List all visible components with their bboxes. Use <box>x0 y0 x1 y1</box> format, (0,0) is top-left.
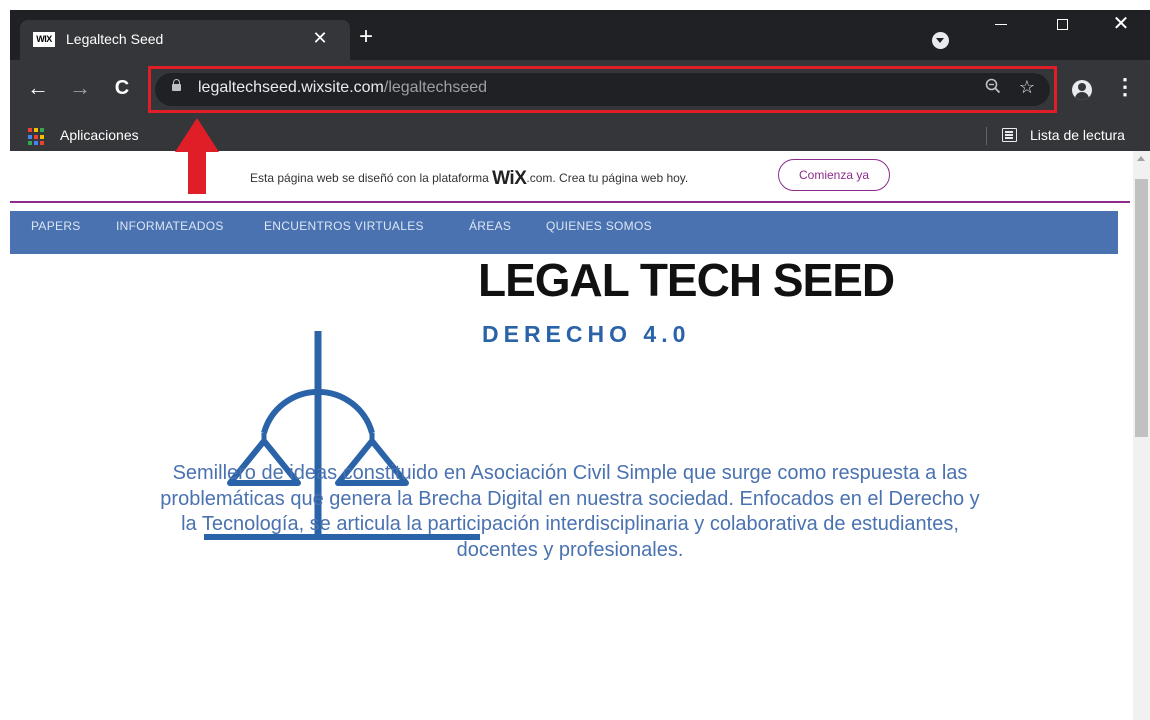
url-host: legaltechseed.wixsite.com <box>198 79 384 96</box>
annotation-arrow-head-icon <box>175 118 219 152</box>
wix-banner-text: Esta página web se diseñó con la platafo… <box>250 168 688 190</box>
reading-list-icon[interactable] <box>1002 128 1017 142</box>
more-menu-icon[interactable]: ⋮ <box>1114 74 1136 102</box>
scroll-up-arrow-icon[interactable] <box>1137 156 1145 161</box>
scrollbar-thumb[interactable] <box>1135 179 1148 437</box>
new-tab-button[interactable]: + <box>354 25 378 50</box>
tab-close-icon[interactable]: ✕ <box>310 28 330 48</box>
lock-icon[interactable] <box>172 79 181 91</box>
wix-favicon-icon: WIX <box>33 32 55 47</box>
profile-avatar-icon[interactable] <box>1072 80 1092 100</box>
back-button[interactable]: ← <box>24 74 52 102</box>
browser-toolbar: ← → C legaltechseed.wixsite.com/legaltec… <box>10 60 1150 117</box>
browser-window: WIX Legaltech Seed ✕ + ✕ ← → C legaltech… <box>10 10 1150 720</box>
wix-banner-text-before: Esta página web se diseñó con la platafo… <box>250 171 493 185</box>
nav-item-informateados[interactable]: INFORMATEADOS <box>116 219 224 233</box>
site-navigation: PAPERS INFORMATEADOS ENCUENTROS VIRTUALE… <box>10 211 1118 254</box>
page-scrollbar[interactable] <box>1133 151 1150 720</box>
browser-tab[interactable]: WIX Legaltech Seed ✕ <box>20 20 350 60</box>
address-bar-highlight: legaltechseed.wixsite.com/legaltechseed … <box>148 66 1057 113</box>
brand-subtitle: DERECHO 4.0 <box>482 321 691 347</box>
wix-promo-banner: Esta página web se diseñó con la platafo… <box>10 151 1130 203</box>
bookmarks-divider <box>986 127 987 145</box>
wix-logo: WiX <box>492 168 527 189</box>
annotation-arrow-shaft <box>188 150 206 194</box>
bookmark-star-icon[interactable]: ☆ <box>1017 77 1037 97</box>
nav-item-papers[interactable]: PAPERS <box>31 219 81 233</box>
maximize-button[interactable] <box>1040 10 1086 46</box>
address-bar[interactable]: legaltechseed.wixsite.com/legaltechseed … <box>155 73 1050 106</box>
url-path: /legaltechseed <box>383 79 488 96</box>
apps-bookmark-label[interactable]: Aplicaciones <box>60 127 139 143</box>
nav-item-quienes-somos[interactable]: QUIENES SOMOS <box>546 219 652 233</box>
tab-title: Legaltech Seed <box>66 31 164 47</box>
title-bar: WIX Legaltech Seed ✕ + ✕ <box>10 10 1150 60</box>
reload-button[interactable]: C <box>108 74 136 102</box>
web-page: Esta página web se diseñó con la platafo… <box>10 151 1150 720</box>
zoom-icon[interactable] <box>983 78 1003 98</box>
brand-title: LEGAL TECH SEED <box>478 254 895 306</box>
zoom-magnifier-svg <box>985 78 1001 94</box>
forward-button[interactable]: → <box>66 74 94 102</box>
reading-list-label[interactable]: Lista de lectura <box>1030 127 1125 143</box>
url-text[interactable]: legaltechseed.wixsite.com/legaltechseed <box>198 79 487 97</box>
window-close-button[interactable]: ✕ <box>1098 10 1144 46</box>
apps-grid-icon[interactable] <box>28 128 46 146</box>
start-now-button[interactable]: Comienza ya <box>778 159 890 191</box>
tab-search-icon[interactable] <box>932 32 949 49</box>
minimize-button[interactable] <box>978 10 1024 46</box>
nav-item-areas[interactable]: ÁREAS <box>469 219 511 233</box>
wix-banner-text-after: .com. Crea tu página web hoy. <box>526 171 689 185</box>
site-description: Semillero de ideas constituido en Asocia… <box>160 462 980 561</box>
nav-item-encuentros-virtuales[interactable]: ENCUENTROS VIRTUALES <box>264 219 424 233</box>
desktop-background <box>0 0 10 720</box>
